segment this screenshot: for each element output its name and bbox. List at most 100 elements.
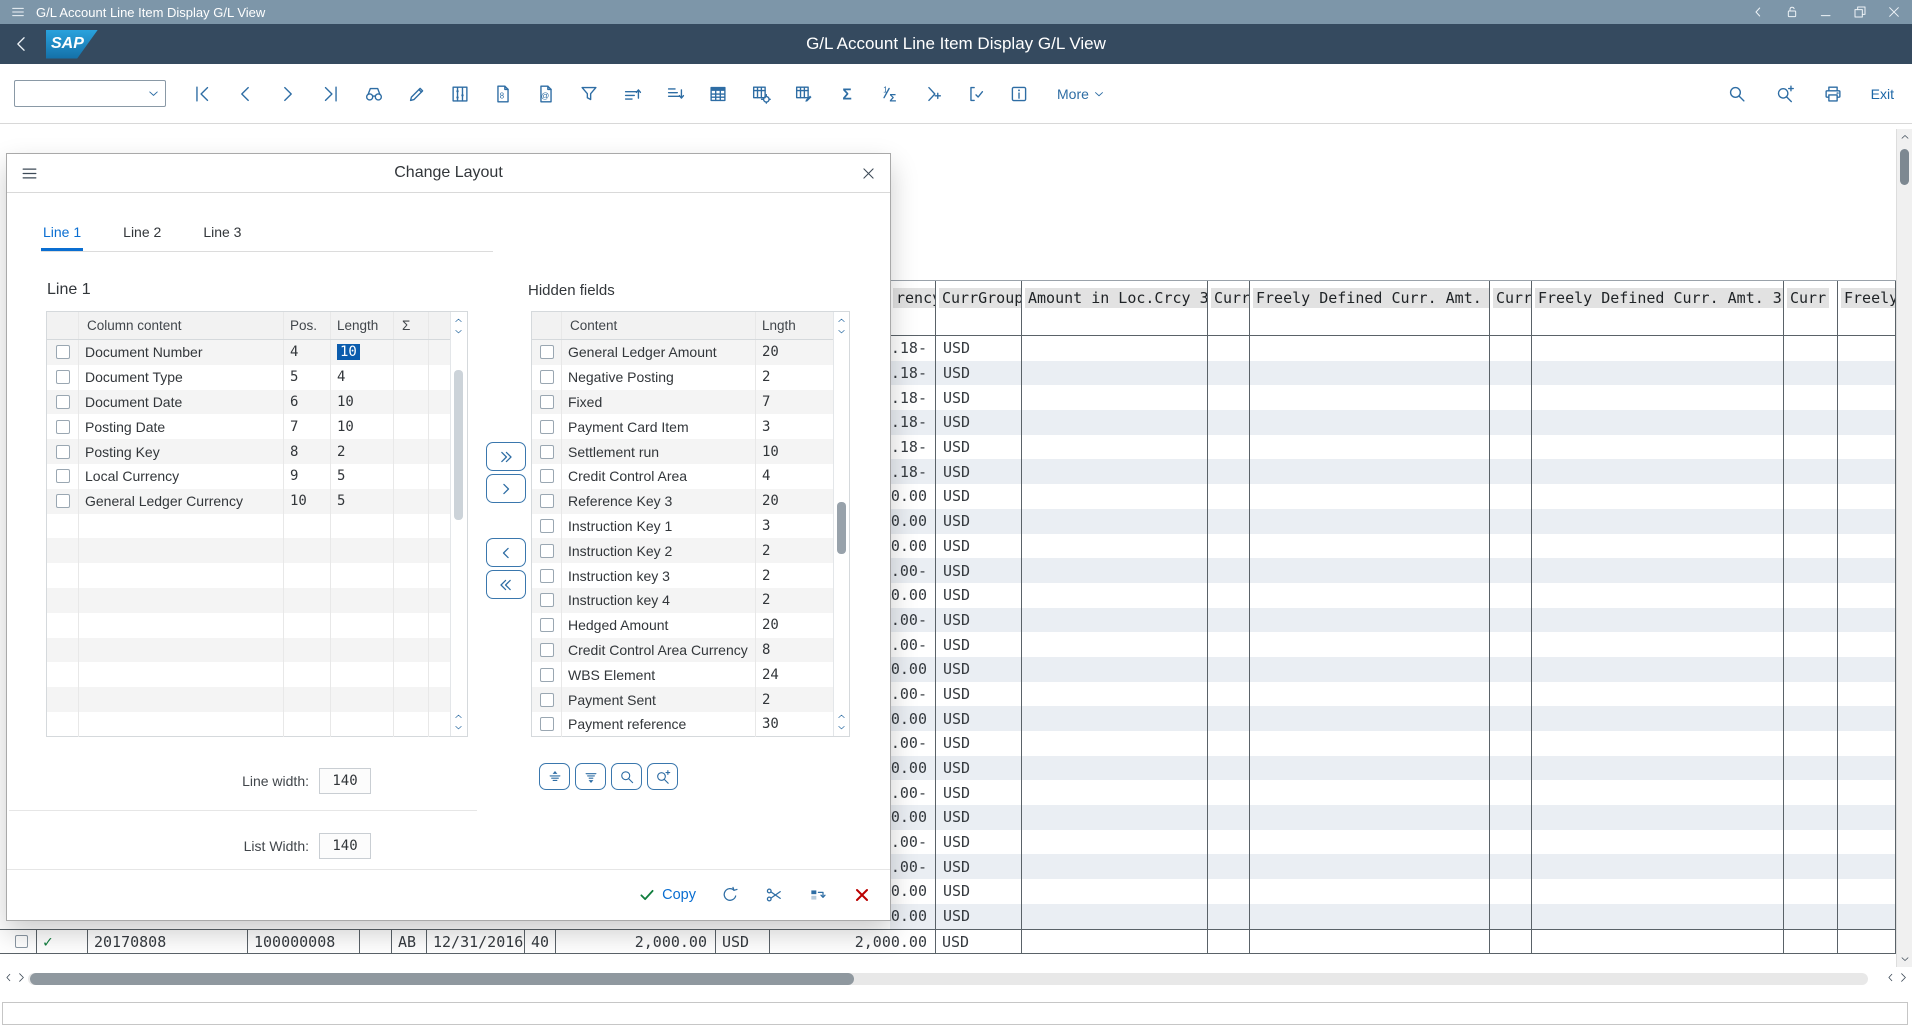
list-row[interactable]: 0.00-USD — [890, 854, 1896, 879]
row-checkbox[interactable] — [540, 643, 554, 657]
columns-table-scrollbar[interactable] — [450, 312, 467, 736]
cancel-button[interactable] — [852, 885, 872, 905]
row-checkbox[interactable] — [56, 445, 70, 459]
list-row[interactable]: 0.00-USD — [890, 632, 1896, 657]
hidden-field-row[interactable]: Instruction key 42 — [532, 588, 833, 613]
move-layout-button[interactable] — [808, 885, 828, 905]
print-button[interactable] — [1822, 82, 1844, 106]
row-checkbox[interactable] — [540, 370, 554, 384]
hidden-field-row[interactable]: Fixed7 — [532, 390, 833, 415]
hidden-field-row[interactable]: Payment reference30 — [532, 712, 833, 737]
hidden-field-row[interactable]: Credit Control Area4 — [532, 464, 833, 489]
more-button[interactable]: More — [1051, 85, 1112, 103]
info-button[interactable] — [1008, 82, 1030, 106]
row-checkbox[interactable] — [540, 593, 554, 607]
row-checkbox[interactable] — [540, 668, 554, 682]
row-checkbox[interactable] — [540, 395, 554, 409]
column-row[interactable] — [47, 613, 450, 638]
tab-line-3[interactable]: Line 3 — [201, 216, 243, 251]
hidden-field-row[interactable]: Instruction key 32 — [532, 563, 833, 588]
row-checkbox[interactable] — [540, 519, 554, 533]
list-row[interactable]: 0.00-USD — [890, 558, 1896, 583]
hidden-field-row[interactable]: Settlement run10 — [532, 439, 833, 464]
row-checkbox[interactable] — [540, 494, 554, 508]
scroll-up-icon[interactable] — [453, 711, 464, 722]
hidden-field-row[interactable]: Negative Posting2 — [532, 365, 833, 390]
row-checkbox[interactable] — [56, 494, 70, 508]
scroll-up-icon[interactable] — [1899, 131, 1911, 143]
refresh-button[interactable] — [720, 885, 740, 905]
column-row[interactable]: General Ledger Currency105 — [47, 489, 450, 514]
scroll-down-icon[interactable] — [453, 722, 464, 733]
hidden-field-row[interactable]: Hedged Amount20 — [532, 613, 833, 638]
vertical-scroll-thumb[interactable] — [1900, 149, 1909, 185]
select-block-button[interactable] — [922, 82, 944, 106]
select-confirm-button[interactable] — [965, 82, 987, 106]
scroll-right-arrows[interactable] — [1884, 971, 1910, 984]
move-left-button[interactable] — [486, 538, 526, 567]
column-row[interactable] — [47, 538, 450, 563]
list-row[interactable]: 0.00-USD — [890, 830, 1896, 855]
move-to-top-button[interactable] — [539, 763, 570, 790]
table-edit-button[interactable] — [793, 82, 815, 106]
row-checkbox[interactable] — [540, 569, 554, 583]
column-row[interactable]: Local Currency95 — [47, 464, 450, 489]
cut-button[interactable] — [764, 885, 784, 905]
tab-line-2[interactable]: Line 2 — [121, 216, 163, 251]
list-column-header[interactable]: CurrGroup — [936, 281, 1022, 335]
scroll-down-icon[interactable] — [836, 326, 847, 337]
scroll-left-arrows[interactable] — [2, 971, 28, 984]
scroll-up-icon[interactable] — [453, 315, 464, 326]
export-file-button[interactable]: 8 — [492, 82, 514, 106]
move-all-right-button[interactable] — [486, 442, 526, 471]
horizontal-scrollbar[interactable] — [0, 969, 1912, 989]
subtotal-button[interactable]: 1Σ — [879, 82, 901, 106]
move-all-left-button[interactable] — [486, 570, 526, 599]
list-row[interactable]: 0.00-USD — [890, 608, 1896, 633]
sum-button[interactable]: Σ — [836, 82, 858, 106]
close-button[interactable] — [1886, 4, 1902, 20]
scroll-down-icon[interactable] — [453, 326, 464, 337]
hidden-field-row[interactable]: Payment Card Item3 — [532, 414, 833, 439]
column-row[interactable] — [47, 514, 450, 539]
list-row[interactable]: 0.00USD — [890, 657, 1896, 682]
length-field-selected[interactable]: 10 — [337, 344, 360, 360]
edit-button[interactable] — [406, 82, 428, 106]
column-row[interactable]: Document Number410 — [47, 340, 450, 365]
list-row[interactable]: 5.18-USD — [890, 336, 1896, 361]
list-row[interactable]: 5.18-USD — [890, 385, 1896, 410]
list-column-header[interactable]: Freely Defined Curr. Amt. 3 — [1532, 281, 1784, 335]
row-checkbox[interactable] — [540, 618, 554, 632]
column-row[interactable] — [47, 638, 450, 663]
list-row[interactable]: 0.00USD — [890, 756, 1896, 781]
command-combobox[interactable] — [14, 80, 166, 107]
unlock-button[interactable] — [1784, 4, 1800, 20]
list-row[interactable]: 5.18-USD — [890, 361, 1896, 386]
hidden-field-row[interactable]: General Ledger Amount20 — [532, 340, 833, 365]
list-row[interactable]: 0.00USD — [890, 904, 1896, 929]
filter-button[interactable] — [578, 82, 600, 106]
exit-button[interactable]: Exit — [1865, 85, 1898, 103]
column-row[interactable] — [47, 712, 450, 737]
list-row[interactable]: 5.18-USD — [890, 435, 1896, 460]
hidden-field-row[interactable]: Payment Sent2 — [532, 687, 833, 712]
list-row[interactable]: 0.00USD — [890, 509, 1896, 534]
row-checkbox[interactable] — [540, 717, 554, 731]
line-item-detail-row[interactable]: ✓20170808100000008AB12/31/2016402,000.00… — [0, 929, 1896, 954]
list-row[interactable]: 5.18-USD — [890, 459, 1896, 484]
search-next-button[interactable] — [1774, 82, 1796, 106]
column-row[interactable] — [47, 687, 450, 712]
row-checkbox[interactable] — [15, 935, 28, 948]
row-checkbox[interactable] — [540, 445, 554, 459]
sort-descending-button[interactable] — [664, 82, 686, 106]
sort-ascending-button[interactable] — [621, 82, 643, 106]
list-width-field[interactable]: 140 — [319, 833, 371, 859]
send-file-button[interactable]: @ — [535, 82, 557, 106]
list-row[interactable]: 0.00-USD — [890, 731, 1896, 756]
row-checkbox[interactable] — [540, 420, 554, 434]
list-row[interactable]: 0.00USD — [890, 805, 1896, 830]
column-row[interactable]: Document Date610 — [47, 390, 450, 415]
list-row[interactable]: 0.00-USD — [890, 780, 1896, 805]
table-view-button[interactable] — [707, 82, 729, 106]
search-button[interactable] — [1726, 82, 1748, 106]
